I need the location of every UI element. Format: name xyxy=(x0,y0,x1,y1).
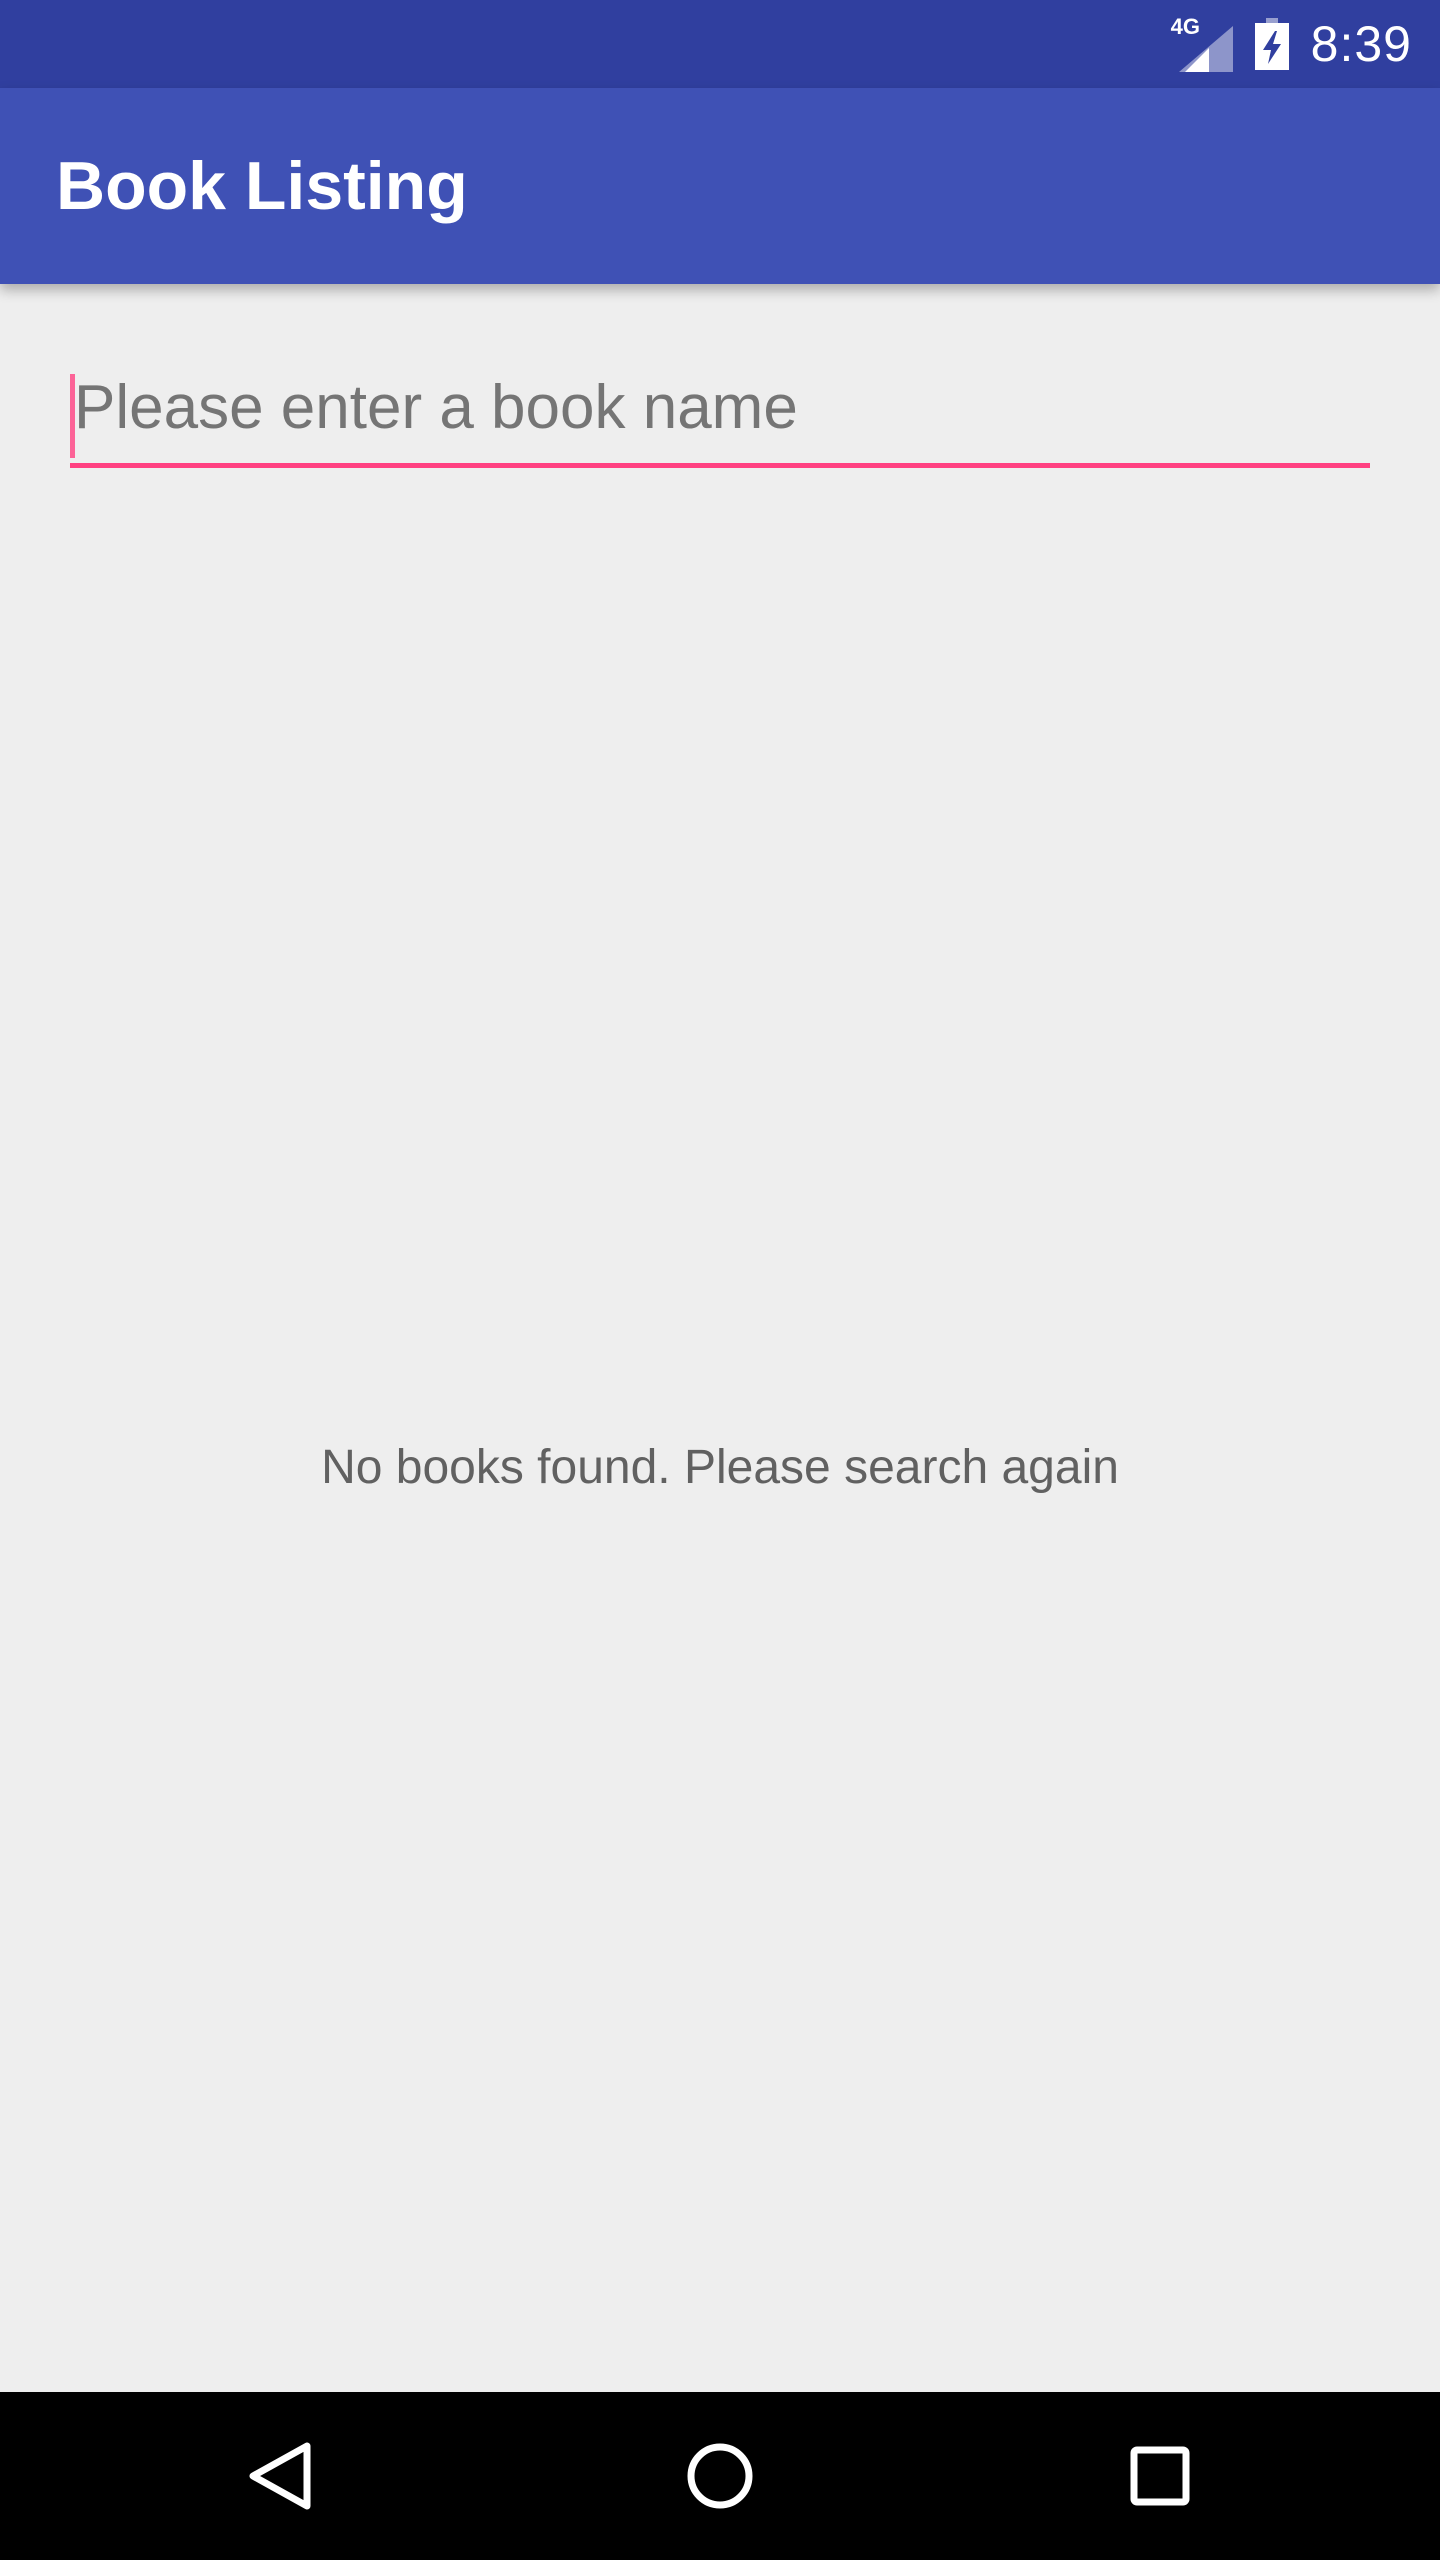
text-cursor xyxy=(70,374,75,458)
clock: 8:39 xyxy=(1310,16,1412,72)
recents-button[interactable] xyxy=(1080,2392,1240,2560)
back-button[interactable] xyxy=(200,2392,360,2560)
status-icons: 4G 8:39 xyxy=(1171,0,1412,88)
battery-charging-icon xyxy=(1254,18,1289,70)
recents-icon xyxy=(1130,2446,1190,2506)
search-input[interactable] xyxy=(70,360,1370,468)
home-button[interactable] xyxy=(640,2392,800,2560)
app-title: Book Listing xyxy=(56,148,468,224)
home-icon xyxy=(687,2443,753,2509)
search-field-container xyxy=(70,360,1370,472)
app-bar: Book Listing xyxy=(0,88,1440,284)
back-icon xyxy=(249,2442,311,2510)
navigation-bar xyxy=(0,2392,1440,2560)
screen: 4G 8:39 Book Listing No books found. Ple… xyxy=(0,0,1440,2560)
network-indicator: 4G xyxy=(1171,16,1233,72)
empty-state-message: No books found. Please search again xyxy=(321,1441,1119,1494)
status-bar: 4G 8:39 xyxy=(0,0,1440,88)
signal-icon xyxy=(1178,26,1233,72)
